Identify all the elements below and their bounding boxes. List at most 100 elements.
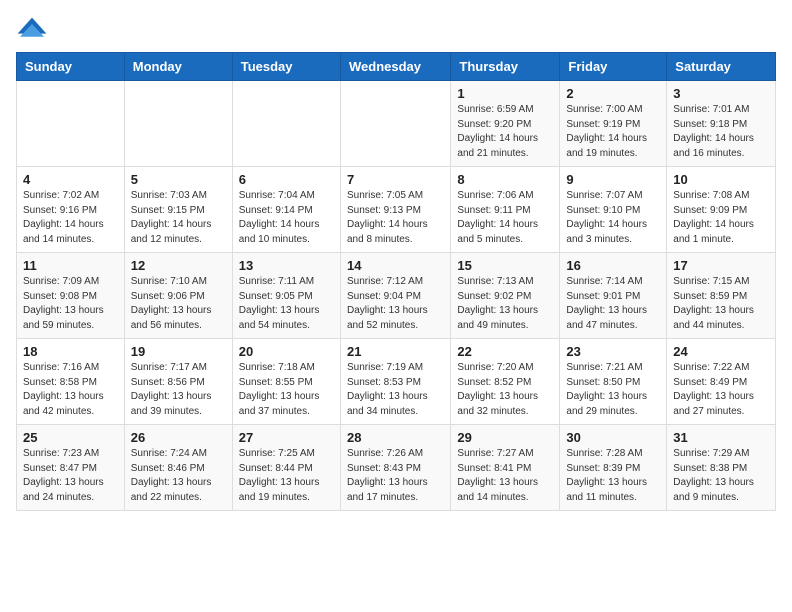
calendar-cell: 17 Sunrise: 7:15 AM Sunset: 8:59 PM Dayli… [667,253,776,339]
day-info: Sunrise: 7:11 AM Sunset: 9:05 PM Dayligh… [239,275,334,333]
calendar-cell [17,81,125,167]
calendar-cell: 28 Sunrise: 7:26 AM Sunset: 8:43 PM Dayli… [340,425,450,511]
calendar-cell: 19 Sunrise: 7:17 AM Sunset: 8:56 PM Dayli… [124,339,232,425]
day-header-saturday: Saturday [667,53,776,81]
calendar-cell: 6Sunrise: 7:04 AM Sunset: 9:14 PM Daylig… [232,167,340,253]
day-number: 13 [239,258,334,273]
calendar-table: SundayMondayTuesdayWednesdayThursdayFrid… [16,52,776,511]
day-info: Sunrise: 7:21 AM Sunset: 8:50 PM Dayligh… [566,361,660,419]
calendar-cell: 30Sunrise: 7:28 AM Sunset: 8:39 PM Dayli… [560,425,667,511]
day-info: Sunrise: 7:09 AM Sunset: 9:08 PM Dayligh… [23,275,118,333]
day-info: Sunrise: 7:10 AM Sunset: 9:06 PM Dayligh… [131,275,226,333]
day-header-wednesday: Wednesday [340,53,450,81]
day-info: Sunrise: 7:06 AM Sunset: 9:11 PM Dayligh… [457,189,553,247]
day-info: Sunrise: 7:02 AM Sunset: 9:16 PM Dayligh… [23,189,118,247]
day-number: 14 [347,258,444,273]
day-number: 3 [673,86,769,101]
day-info: Sunrise: 7:13 AM Sunset: 9:02 PM Dayligh… [457,275,553,333]
day-number: 7 [347,172,444,187]
day-info: Sunrise: 7:12 AM Sunset: 9:04 PM Dayligh… [347,275,444,333]
calendar-cell: 29 Sunrise: 7:27 AM Sunset: 8:41 PM Dayli… [451,425,560,511]
day-number: 26 [131,430,226,445]
calendar-cell: 18Sunrise: 7:16 AM Sunset: 8:58 PM Dayli… [17,339,125,425]
logo [16,16,52,40]
day-info: Sunrise: 7:27 AM Sunset: 8:41 PM Dayligh… [457,447,553,505]
day-info: Sunrise: 7:15 AM Sunset: 8:59 PM Dayligh… [673,275,769,333]
calendar-cell: 8 Sunrise: 7:06 AM Sunset: 9:11 PM Daylig… [451,167,560,253]
day-number: 9 [566,172,660,187]
calendar-cell: 16 Sunrise: 7:14 AM Sunset: 9:01 PM Dayli… [560,253,667,339]
calendar-cell: 15 Sunrise: 7:13 AM Sunset: 9:02 PM Dayli… [451,253,560,339]
day-info: Sunrise: 6:59 AM Sunset: 9:20 PM Dayligh… [457,103,553,161]
day-number: 30 [566,430,660,445]
calendar-cell: 4 Sunrise: 7:02 AM Sunset: 9:16 PM Daylig… [17,167,125,253]
day-number: 16 [566,258,660,273]
day-number: 4 [23,172,118,187]
day-info: Sunrise: 7:19 AM Sunset: 8:53 PM Dayligh… [347,361,444,419]
calendar-cell: 2 Sunrise: 7:00 AM Sunset: 9:19 PM Daylig… [560,81,667,167]
day-info: Sunrise: 7:17 AM Sunset: 8:56 PM Dayligh… [131,361,226,419]
calendar-cell: 21 Sunrise: 7:19 AM Sunset: 8:53 PM Dayli… [340,339,450,425]
calendar-cell: 23 Sunrise: 7:21 AM Sunset: 8:50 PM Dayli… [560,339,667,425]
day-info: Sunrise: 7:26 AM Sunset: 8:43 PM Dayligh… [347,447,444,505]
calendar-cell: 5 Sunrise: 7:03 AM Sunset: 9:15 PM Daylig… [124,167,232,253]
page-header [16,16,776,40]
day-number: 15 [457,258,553,273]
day-info: Sunrise: 7:07 AM Sunset: 9:10 PM Dayligh… [566,189,660,247]
calendar-cell [340,81,450,167]
day-info: Sunrise: 7:22 AM Sunset: 8:49 PM Dayligh… [673,361,769,419]
calendar-cell [232,81,340,167]
day-number: 2 [566,86,660,101]
calendar-cell: 1 Sunrise: 6:59 AM Sunset: 9:20 PM Daylig… [451,81,560,167]
day-info: Sunrise: 7:29 AM Sunset: 8:38 PM Dayligh… [673,447,769,505]
calendar-cell: 24 Sunrise: 7:22 AM Sunset: 8:49 PM Dayli… [667,339,776,425]
logo-icon [16,16,48,40]
calendar-cell: 9 Sunrise: 7:07 AM Sunset: 9:10 PM Daylig… [560,167,667,253]
day-info: Sunrise: 7:01 AM Sunset: 9:18 PM Dayligh… [673,103,769,161]
day-number: 5 [131,172,226,187]
day-number: 10 [673,172,769,187]
day-info: Sunrise: 7:25 AM Sunset: 8:44 PM Dayligh… [239,447,334,505]
calendar-cell: 22 Sunrise: 7:20 AM Sunset: 8:52 PM Dayli… [451,339,560,425]
calendar-cell: 3 Sunrise: 7:01 AM Sunset: 9:18 PM Daylig… [667,81,776,167]
day-number: 29 [457,430,553,445]
day-number: 31 [673,430,769,445]
calendar-cell: 31 Sunrise: 7:29 AM Sunset: 8:38 PM Dayli… [667,425,776,511]
day-number: 19 [131,344,226,359]
day-header-friday: Friday [560,53,667,81]
calendar-cell: 11 Sunrise: 7:09 AM Sunset: 9:08 PM Dayli… [17,253,125,339]
day-info: Sunrise: 7:23 AM Sunset: 8:47 PM Dayligh… [23,447,118,505]
day-number: 28 [347,430,444,445]
day-header-thursday: Thursday [451,53,560,81]
day-number: 21 [347,344,444,359]
day-header-sunday: Sunday [17,53,125,81]
day-number: 18 [23,344,118,359]
day-number: 1 [457,86,553,101]
day-number: 12 [131,258,226,273]
day-number: 23 [566,344,660,359]
day-number: 11 [23,258,118,273]
day-number: 8 [457,172,553,187]
day-header-tuesday: Tuesday [232,53,340,81]
day-info: Sunrise: 7:03 AM Sunset: 9:15 PM Dayligh… [131,189,226,247]
calendar-cell: 25 Sunrise: 7:23 AM Sunset: 8:47 PM Dayli… [17,425,125,511]
day-info: Sunrise: 7:24 AM Sunset: 8:46 PM Dayligh… [131,447,226,505]
day-info: Sunrise: 7:18 AM Sunset: 8:55 PM Dayligh… [239,361,334,419]
day-info: Sunrise: 7:14 AM Sunset: 9:01 PM Dayligh… [566,275,660,333]
day-number: 25 [23,430,118,445]
day-number: 27 [239,430,334,445]
day-number: 17 [673,258,769,273]
calendar-cell [124,81,232,167]
day-number: 22 [457,344,553,359]
calendar-cell: 7 Sunrise: 7:05 AM Sunset: 9:13 PM Daylig… [340,167,450,253]
day-info: Sunrise: 7:20 AM Sunset: 8:52 PM Dayligh… [457,361,553,419]
day-info: Sunrise: 7:05 AM Sunset: 9:13 PM Dayligh… [347,189,444,247]
day-number: 20 [239,344,334,359]
day-number: 24 [673,344,769,359]
calendar-cell: 26 Sunrise: 7:24 AM Sunset: 8:46 PM Dayli… [124,425,232,511]
calendar-cell: 14 Sunrise: 7:12 AM Sunset: 9:04 PM Dayli… [340,253,450,339]
day-info: Sunrise: 7:00 AM Sunset: 9:19 PM Dayligh… [566,103,660,161]
calendar-cell: 12 Sunrise: 7:10 AM Sunset: 9:06 PM Dayli… [124,253,232,339]
day-number: 6 [239,172,334,187]
calendar-cell: 27 Sunrise: 7:25 AM Sunset: 8:44 PM Dayli… [232,425,340,511]
